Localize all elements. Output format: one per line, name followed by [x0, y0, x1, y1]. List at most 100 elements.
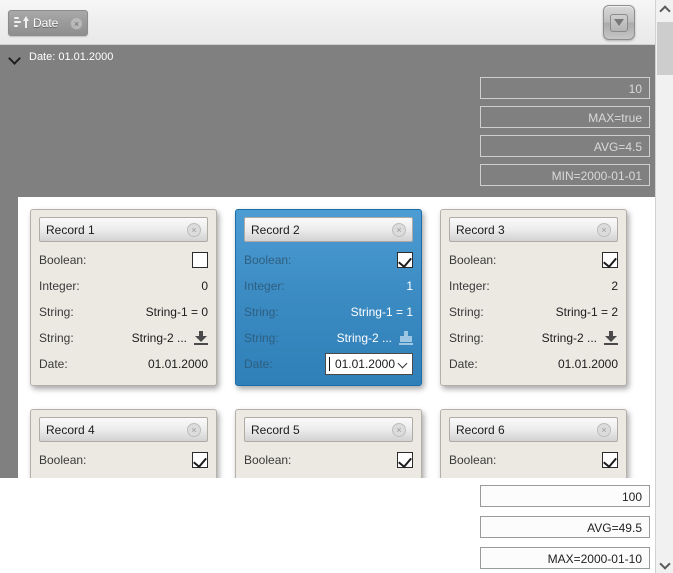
- card-header[interactable]: Record 1 ×: [39, 217, 208, 242]
- field-label-string1: String:: [449, 305, 484, 319]
- sort-chip-label: Date: [33, 16, 59, 30]
- card-record-3[interactable]: Record 3 × Boolean: Integer: 2 String: S…: [440, 209, 627, 386]
- chevron-down-icon[interactable]: [7, 49, 23, 65]
- card-title: Record 3: [456, 222, 505, 237]
- field-label-string1: String:: [244, 305, 279, 319]
- scrollbar-thumb[interactable]: [657, 22, 673, 75]
- field-value-string1[interactable]: String-1 = 0: [146, 305, 208, 319]
- field-label-date: Date:: [244, 357, 273, 371]
- download-icon[interactable]: [604, 331, 618, 345]
- field-value-integer[interactable]: 1: [406, 279, 413, 293]
- date-picker-input[interactable]: 01.01.2000: [325, 353, 413, 375]
- field-label-string2: String:: [244, 331, 279, 345]
- card-title: Record 4: [46, 422, 95, 437]
- boolean-checkbox[interactable]: [397, 452, 413, 468]
- card-header[interactable]: Record 2 ×: [244, 217, 413, 242]
- card-record-6[interactable]: Record 6 × Boolean:: [440, 409, 627, 478]
- download-icon[interactable]: [194, 331, 208, 345]
- card-title: Record 2: [251, 222, 300, 237]
- aggregate-panel-top: 10 MAX=true AVG=4.5 MIN=2000-01-01: [480, 77, 650, 193]
- field-label-boolean: Boolean:: [39, 253, 87, 267]
- card-header[interactable]: Record 3 ×: [449, 217, 618, 242]
- sort-chip-close-icon[interactable]: ×: [70, 16, 83, 30]
- field-string2: String: String-2 ...: [39, 325, 208, 351]
- field-value-integer[interactable]: 0: [201, 279, 208, 293]
- group-header-label: Date: 01.01.2000: [29, 51, 114, 63]
- field-label-date: Date:: [449, 357, 478, 371]
- chevron-down-icon[interactable]: [398, 359, 408, 369]
- aggregate-count: 10: [480, 77, 650, 99]
- field-boolean: Boolean:: [244, 447, 413, 473]
- filter-dropdown-button[interactable]: [603, 5, 635, 40]
- field-string1: String: String-1 = 1: [244, 299, 413, 325]
- download-icon[interactable]: [399, 331, 413, 345]
- card-record-5[interactable]: Record 5 × Boolean:: [235, 409, 422, 478]
- field-label-date: Date:: [39, 357, 68, 371]
- field-string2: String: String-2 ...: [244, 325, 413, 351]
- field-boolean: Boolean:: [244, 247, 413, 273]
- field-date: Date: 01.01.2000: [449, 351, 618, 377]
- card-title: Record 5: [251, 422, 300, 437]
- vertical-scrollbar[interactable]: [655, 0, 673, 573]
- card-close-icon[interactable]: ×: [392, 422, 406, 437]
- boolean-checkbox[interactable]: [602, 452, 618, 468]
- field-label-boolean: Boolean:: [449, 253, 497, 267]
- field-value-string1[interactable]: String-1 = 2: [556, 305, 618, 319]
- card-record-4[interactable]: Record 4 × Boolean:: [30, 409, 217, 478]
- filter-dropdown-icon: [610, 13, 628, 32]
- aggregate-total-count: 100: [480, 485, 650, 507]
- card-close-icon[interactable]: ×: [597, 422, 611, 437]
- card-header[interactable]: Record 4 ×: [39, 417, 208, 442]
- card-close-icon[interactable]: ×: [392, 222, 406, 237]
- boolean-checkbox[interactable]: [397, 252, 413, 268]
- field-label-string2: String:: [39, 331, 74, 345]
- field-string1: String: String-1 = 0: [39, 299, 208, 325]
- group-header-row[interactable]: Date: 01.01.2000: [0, 45, 655, 69]
- field-value-string2[interactable]: String-2 ...: [132, 331, 187, 345]
- field-label-boolean: Boolean:: [244, 453, 292, 467]
- field-label-boolean: Boolean:: [39, 453, 87, 467]
- field-boolean: Boolean:: [39, 247, 208, 273]
- card-header[interactable]: Record 5 ×: [244, 417, 413, 442]
- field-value-date[interactable]: 01.01.2000: [148, 357, 208, 371]
- boolean-checkbox[interactable]: [192, 452, 208, 468]
- scroll-down-arrow-icon[interactable]: [656, 555, 673, 573]
- card-record-2[interactable]: Record 2 × Boolean: Integer: 1 String: S…: [235, 209, 422, 386]
- scroll-up-arrow-icon[interactable]: [656, 0, 673, 18]
- aggregate-total-max-date: MAX=2000-01-10: [480, 547, 650, 569]
- aggregate-min-date: MIN=2000-01-01: [480, 164, 650, 186]
- card-close-icon[interactable]: ×: [187, 422, 201, 437]
- aggregate-avg-integer: AVG=4.5: [480, 135, 650, 157]
- field-boolean: Boolean:: [449, 247, 618, 273]
- field-label-boolean: Boolean:: [449, 453, 497, 467]
- field-label-integer: Integer:: [449, 279, 490, 293]
- card-title: Record 1: [46, 222, 95, 237]
- aggregate-max-boolean: MAX=true: [480, 106, 650, 128]
- field-value-string1[interactable]: String-1 = 1: [351, 305, 413, 319]
- card-header[interactable]: Record 6 ×: [449, 417, 618, 442]
- field-value-string2[interactable]: String-2 ...: [337, 331, 392, 345]
- field-value-string2[interactable]: String-2 ...: [542, 331, 597, 345]
- aggregate-total-avg: AVG=49.5: [480, 516, 650, 538]
- field-integer: Integer: 1: [244, 273, 413, 299]
- boolean-checkbox[interactable]: [602, 252, 618, 268]
- sort-chip-date[interactable]: Date ×: [8, 10, 88, 36]
- field-string1: String: String-1 = 2: [449, 299, 618, 325]
- card-close-icon[interactable]: ×: [187, 222, 201, 237]
- field-value-integer[interactable]: 2: [611, 279, 618, 293]
- field-value-date[interactable]: 01.01.2000: [558, 357, 618, 371]
- date-picker-value: 01.01.2000: [334, 357, 395, 371]
- card-close-icon[interactable]: ×: [597, 222, 611, 237]
- field-boolean: Boolean:: [449, 447, 618, 473]
- field-label-string1: String:: [39, 305, 74, 319]
- sort-ascending-icon: [13, 15, 31, 31]
- field-label-string2: String:: [449, 331, 484, 345]
- field-date: Date: 01.01.2000: [244, 351, 413, 377]
- field-date: Date: 01.01.2000: [39, 351, 208, 377]
- card-record-1[interactable]: Record 1 × Boolean: Integer: 0 String: S…: [30, 209, 217, 386]
- field-label-integer: Integer:: [39, 279, 80, 293]
- boolean-checkbox[interactable]: [192, 252, 208, 268]
- application-window: Date × Date: 01.01.2000 10 MAX=true AVG=…: [0, 0, 673, 573]
- field-integer: Integer: 2: [449, 273, 618, 299]
- field-string2: String: String-2 ...: [449, 325, 618, 351]
